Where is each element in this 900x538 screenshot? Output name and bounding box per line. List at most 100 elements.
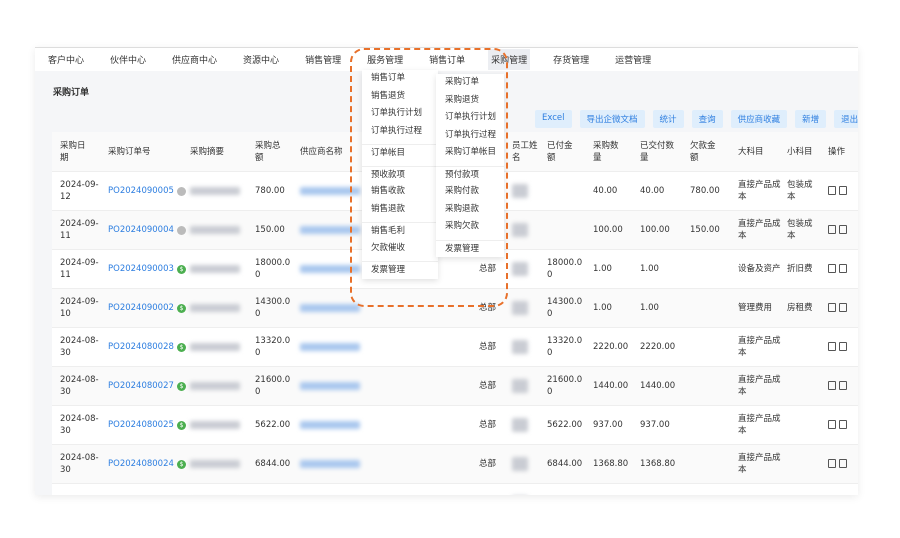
nav-item[interactable]: 存货管理 bbox=[550, 49, 592, 70]
department: 总部 bbox=[479, 381, 497, 391]
menu-item-sales[interactable]: 订单执行计划 bbox=[362, 105, 438, 123]
nav-item[interactable]: 供应商中心 bbox=[169, 49, 220, 70]
purchase-qty: 1.00 bbox=[593, 264, 612, 274]
menu-item-sales[interactable]: 销售收款 bbox=[362, 183, 438, 201]
toolbar-button[interactable]: 供应商收藏 bbox=[730, 110, 788, 128]
column-header[interactable]: 欠款金额 bbox=[690, 140, 716, 164]
delete-icon[interactable] bbox=[839, 381, 847, 390]
column-header[interactable]: 已付金额 bbox=[547, 140, 573, 164]
menu-item-sales[interactable]: 欠款催收 bbox=[362, 240, 438, 258]
column-header[interactable]: 采购日期 bbox=[60, 140, 86, 164]
order-number-link[interactable]: PO2024090005 bbox=[108, 185, 180, 197]
status-icon: $ bbox=[177, 421, 186, 430]
purchase-qty: 1368.80 bbox=[593, 459, 629, 469]
menu-item-purchase[interactable]: 订单执行计划 bbox=[436, 109, 504, 127]
menu-item-sales[interactable]: 发票管理 bbox=[362, 261, 438, 279]
table-row[interactable]: 2024-08-30 PO2024080027 $21600.00 总部 21600.0… bbox=[52, 367, 858, 406]
nav-item[interactable]: 客户中心 bbox=[45, 49, 87, 70]
edit-doc-icon[interactable] bbox=[828, 459, 836, 468]
column-header[interactable]: 大科目 bbox=[738, 146, 782, 158]
menu-item-sales[interactable]: 销售退款 bbox=[362, 201, 438, 219]
menu-item-purchase[interactable]: 订单执行过程 bbox=[436, 127, 504, 145]
order-number-link[interactable]: PO2024090004 bbox=[108, 224, 180, 236]
order-number-link[interactable]: PO2024080027 bbox=[108, 380, 180, 392]
column-header[interactable]: 供应商名称 bbox=[300, 146, 360, 158]
purchase-qty: 1440.00 bbox=[593, 381, 629, 391]
toolbar-button[interactable]: Excel bbox=[535, 110, 572, 128]
column-header[interactable]: 采购订单号 bbox=[108, 146, 178, 158]
paid-amount: 6844.00 bbox=[547, 459, 583, 469]
column-header[interactable]: 采购数量 bbox=[593, 140, 619, 164]
column-header[interactable]: 已交付数量 bbox=[640, 140, 674, 164]
menu-item-sales[interactable]: 预收款项 bbox=[362, 165, 438, 184]
column-header[interactable]: 采购摘要 bbox=[190, 146, 240, 158]
menu-item-purchase[interactable]: 采购退货 bbox=[436, 92, 504, 110]
toolbar-button[interactable]: 导出企微文档 bbox=[579, 110, 645, 128]
table-row[interactable]: 2024-08-30 PO2024080028 $13320.00 总部 13320.0… bbox=[52, 328, 858, 367]
order-number-link[interactable]: PO2024080028 bbox=[108, 341, 180, 353]
menu-item-sales[interactable]: 销售毛利 bbox=[362, 222, 438, 240]
table-row[interactable]: 2024-08-30 PO2024080024 $6844.00 总部 6844.00 1… bbox=[52, 445, 858, 484]
toolbar-button[interactable]: 统计 bbox=[652, 110, 684, 128]
supplier-blurred bbox=[300, 343, 360, 351]
actions bbox=[828, 302, 850, 314]
delete-icon[interactable] bbox=[839, 186, 847, 195]
table-row[interactable]: 2024-08-30 PO2024080025 $5622.00 总部 5622.00 9… bbox=[52, 406, 858, 445]
delete-icon[interactable] bbox=[839, 264, 847, 273]
nav-item[interactable]: 服务管理 bbox=[364, 49, 406, 70]
table-row[interactable]: 2024-19360.019360.0直接产品 bbox=[52, 484, 858, 495]
delete-icon[interactable] bbox=[839, 342, 847, 351]
menu-item-purchase[interactable]: 采购订单 bbox=[436, 74, 504, 92]
toolbar-button[interactable]: 查询 bbox=[691, 110, 723, 128]
table-row[interactable]: 2024-09-10 PO2024090002 $14300.00 总部 14300.0… bbox=[52, 289, 858, 328]
edit-doc-icon[interactable] bbox=[828, 264, 836, 273]
order-number-link[interactable]: PO2024080024 bbox=[108, 458, 180, 470]
nav-item[interactable]: 运营管理 bbox=[612, 49, 654, 70]
menu-item-sales[interactable]: 销售退货 bbox=[362, 88, 438, 106]
nav-item[interactable]: 伙伴中心 bbox=[107, 49, 149, 70]
order-number-link[interactable]: PO2024090002 bbox=[108, 302, 180, 314]
nav-item[interactable]: 销售管理 bbox=[302, 49, 344, 70]
delete-icon[interactable] bbox=[839, 225, 847, 234]
paid-amount: 13320.00 bbox=[547, 336, 583, 358]
menu-item-purchase[interactable]: 预付款项 bbox=[436, 165, 504, 184]
summary-blurred bbox=[190, 343, 240, 351]
order-date: 2024-09-12 bbox=[60, 180, 99, 202]
toolbar-button[interactable]: 新增 bbox=[795, 110, 827, 128]
status-icon bbox=[177, 226, 186, 235]
toolbar-button[interactable]: 退出 bbox=[834, 110, 858, 128]
nav-item[interactable]: 资源中心 bbox=[240, 49, 282, 70]
column-header[interactable]: 操作 bbox=[828, 146, 858, 158]
column-header[interactable]: 采购总额 bbox=[255, 140, 281, 164]
delete-icon[interactable] bbox=[839, 303, 847, 312]
edit-doc-icon[interactable] bbox=[828, 420, 836, 429]
column-header[interactable]: 员工姓名 bbox=[512, 140, 538, 164]
order-date: 2024-08-30 bbox=[60, 453, 99, 475]
delete-icon[interactable] bbox=[839, 459, 847, 468]
menu-item-sales[interactable]: 订单执行过程 bbox=[362, 123, 438, 141]
delete-icon[interactable] bbox=[839, 420, 847, 429]
menu-item-purchase[interactable]: 采购退款 bbox=[436, 201, 504, 219]
sales-order-menu: 销售订单 销售退货 订单执行计划 订单执行过程 订单帐目预收款项 销售收款 销售退款销售毛利… bbox=[362, 70, 438, 279]
menu-item-sales[interactable]: 订单帐目 bbox=[362, 144, 438, 162]
edit-doc-icon[interactable] bbox=[828, 342, 836, 351]
actions bbox=[828, 380, 850, 392]
employee-blurred bbox=[512, 457, 528, 471]
order-number-link[interactable]: PO2024080025 bbox=[108, 419, 180, 431]
order-number-link[interactable]: PO2024090003 bbox=[108, 263, 180, 275]
actions bbox=[828, 341, 850, 353]
column-header[interactable]: 小科目 bbox=[787, 146, 813, 158]
menu-item-purchase[interactable]: 采购欠款 bbox=[436, 218, 504, 236]
order-date: 2024-08-30 bbox=[60, 414, 99, 436]
menu-item-sales[interactable]: 销售订单 bbox=[362, 70, 438, 88]
edit-doc-icon[interactable] bbox=[828, 186, 836, 195]
edit-doc-icon[interactable] bbox=[828, 381, 836, 390]
menu-item-purchase[interactable]: 采购付款 bbox=[436, 183, 504, 201]
nav-item[interactable]: 销售订单 bbox=[426, 49, 468, 70]
menu-item-purchase[interactable]: 发票管理 bbox=[436, 239, 504, 258]
purchase-menu: 采购订单 采购退货 订单执行计划 订单执行过程 采购订单帐目 预付款项 采购付款 采购退款 采购… bbox=[436, 74, 504, 257]
edit-doc-icon[interactable] bbox=[828, 303, 836, 312]
menu-item-purchase[interactable]: 采购订单帐目 bbox=[436, 144, 504, 162]
nav-item[interactable]: 采购管理 bbox=[488, 49, 531, 70]
edit-doc-icon[interactable] bbox=[828, 225, 836, 234]
